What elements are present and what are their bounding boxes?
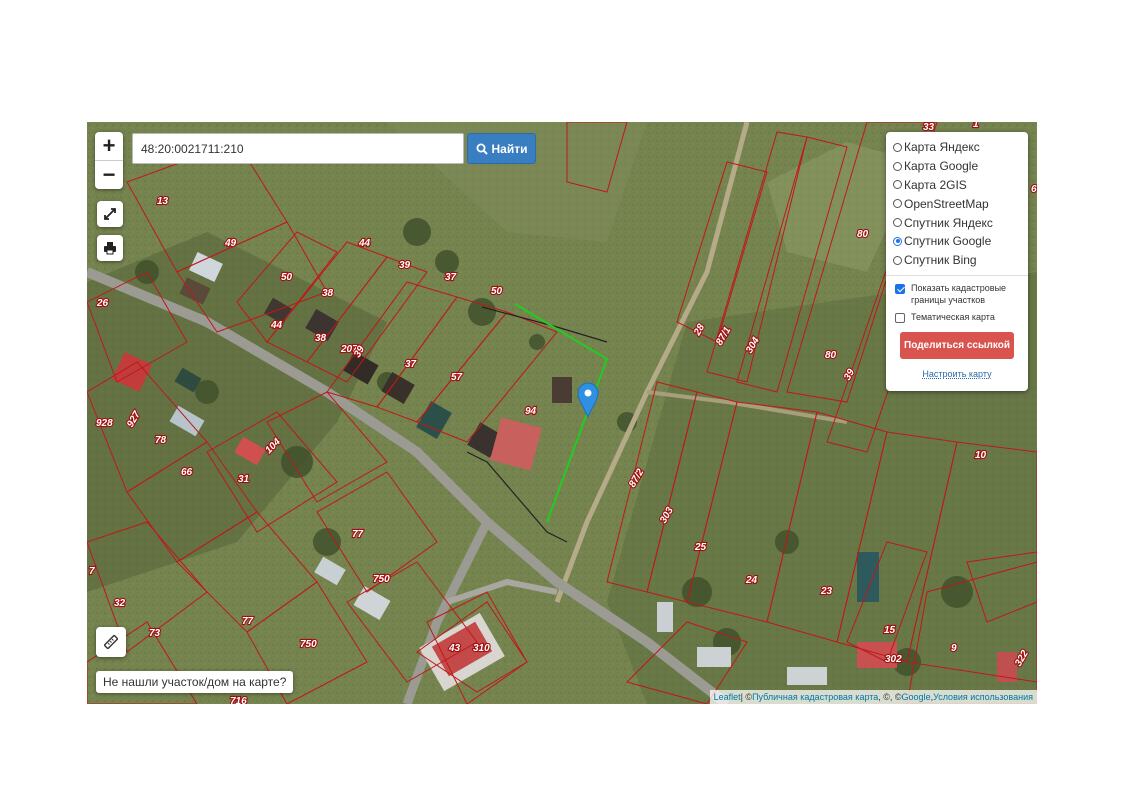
plot-number-label: 77 bbox=[352, 529, 364, 540]
configure-map-link[interactable]: Настроить карту bbox=[893, 369, 1021, 379]
measure-button[interactable] bbox=[96, 627, 126, 657]
layer-radio[interactable] bbox=[893, 142, 902, 152]
plot-number-label: 77 bbox=[242, 616, 254, 627]
layer-radio[interactable] bbox=[893, 180, 902, 190]
plot-number-label: 39 bbox=[399, 260, 411, 271]
map-attribution: Leaflet | © Публичная кадастровая карта … bbox=[709, 690, 1037, 704]
terms-link[interactable]: Условия использования bbox=[933, 692, 1033, 702]
plot-number-label: 57 bbox=[451, 372, 463, 383]
plot-number-label: 37 bbox=[445, 272, 457, 283]
thematic-map-checkbox[interactable] bbox=[895, 312, 905, 323]
plot-number-label: 80 bbox=[857, 229, 869, 240]
thematic-map-checkbox-row[interactable]: Тематическая карта bbox=[893, 311, 1021, 323]
layer-option[interactable]: Карта Google bbox=[893, 157, 1021, 176]
plot-number-label: 6 bbox=[1031, 184, 1037, 195]
layer-option[interactable]: Спутник Google bbox=[893, 232, 1021, 251]
plot-number-label: 43 bbox=[448, 643, 461, 654]
plot-number-label: 23 bbox=[820, 586, 833, 597]
plot-number-label: 78 bbox=[155, 435, 167, 446]
ruler-icon bbox=[103, 634, 119, 650]
layer-option-label: Карта 2GIS bbox=[904, 177, 967, 192]
plot-number-label: 80 bbox=[825, 350, 837, 361]
plot-number-label: 31 bbox=[238, 474, 250, 485]
plot-number-label: 302 bbox=[885, 654, 902, 665]
plot-number-label: 66 bbox=[181, 467, 193, 478]
show-boundaries-checkbox-row[interactable]: Показать кадастровые границы участков bbox=[893, 282, 1021, 306]
layer-radio[interactable] bbox=[893, 161, 902, 171]
divider bbox=[886, 274, 1028, 276]
plot-number-label: 32 bbox=[114, 598, 126, 609]
plot-number-label: 44 bbox=[358, 238, 371, 249]
plot-number-label: 928 bbox=[96, 418, 113, 429]
layer-option[interactable]: Спутник Яндекс bbox=[893, 213, 1021, 232]
attribution-separator: | © bbox=[740, 692, 753, 702]
plot-number-label: 750 bbox=[300, 639, 317, 650]
plot-number-label: 10 bbox=[975, 450, 987, 461]
plot-number-label: 73 bbox=[149, 628, 161, 639]
layer-radio[interactable] bbox=[893, 199, 902, 209]
layer-radio[interactable] bbox=[893, 218, 902, 228]
plot-number-label: 49 bbox=[224, 238, 237, 249]
attribution-middle: , ©, © bbox=[878, 692, 902, 702]
search-button[interactable]: Найти bbox=[467, 133, 536, 164]
plot-number-label: 7 bbox=[89, 566, 95, 577]
plot-number-label: 25 bbox=[694, 542, 707, 553]
plot-number-label: 26 bbox=[96, 298, 109, 309]
print-button[interactable] bbox=[97, 235, 123, 261]
pkk-link[interactable]: Публичная кадастровая карта bbox=[752, 692, 878, 702]
plot-number-label: 94 bbox=[525, 406, 537, 417]
fullscreen-button[interactable] bbox=[97, 201, 123, 227]
layer-radio[interactable] bbox=[893, 236, 902, 246]
share-link-button[interactable]: Поделиться ссылкой bbox=[900, 331, 1014, 359]
leaflet-link[interactable]: Leaflet bbox=[714, 692, 741, 702]
plot-number-label: 310 bbox=[473, 643, 490, 654]
plot-number-label: 15 bbox=[884, 625, 896, 636]
layer-radio[interactable] bbox=[893, 255, 902, 265]
plot-number-label: 1 bbox=[973, 122, 979, 130]
layer-option[interactable]: Карта 2GIS bbox=[893, 176, 1021, 195]
search-icon bbox=[476, 143, 488, 155]
plot-number-label: 9 bbox=[951, 643, 957, 654]
cadastral-search-input[interactable] bbox=[132, 133, 464, 164]
plot-number-label: 38 bbox=[315, 333, 327, 344]
plot-number-label: 24 bbox=[745, 575, 758, 586]
layer-option-label: Спутник Google bbox=[904, 234, 992, 249]
plot-number-label: 38 bbox=[322, 288, 334, 299]
plot-number-label: 750 bbox=[373, 574, 390, 585]
map-container[interactable]: 13 49 50 44 38 39 37 50 44 38 207 39 37 57 94 26 928 927 7… bbox=[87, 122, 1037, 704]
expand-icon bbox=[104, 208, 116, 220]
not-found-button[interactable]: Не нашли участок/дом на карте? bbox=[96, 671, 294, 693]
zoom-out-button[interactable]: − bbox=[95, 160, 123, 189]
plot-number-label: 37 bbox=[405, 359, 417, 370]
layer-option-label: OpenStreetMap bbox=[904, 196, 989, 211]
layer-option[interactable]: Спутник Bing bbox=[893, 251, 1021, 270]
base-layer-list: Карта Яндекс Карта Google Карта 2GIS OpenSt… bbox=[893, 138, 1021, 270]
layer-option[interactable]: OpenStreetMap bbox=[893, 194, 1021, 213]
google-link[interactable]: Google bbox=[902, 692, 931, 702]
printer-icon bbox=[104, 242, 116, 255]
plot-number-label: 50 bbox=[491, 286, 503, 297]
show-boundaries-label: Показать кадастровые границы участков bbox=[911, 282, 1007, 305]
plot-number-label: 50 bbox=[281, 272, 293, 283]
plot-number-label: 716 bbox=[230, 696, 247, 704]
layer-option-label: Карта Google bbox=[904, 159, 979, 174]
layer-option-label: Карта Яндекс bbox=[904, 140, 980, 155]
zoom-in-button[interactable]: + bbox=[95, 132, 123, 160]
zoom-control: + − bbox=[95, 132, 123, 189]
thematic-map-label: Тематическая карта bbox=[911, 311, 995, 322]
search-button-label: Найти bbox=[491, 141, 528, 156]
layer-option-label: Спутник Bing bbox=[904, 253, 977, 268]
layer-switcher-panel: Карта Яндекс Карта Google Карта 2GIS OpenSt… bbox=[886, 132, 1028, 391]
layer-option[interactable]: Карта Яндекс bbox=[893, 138, 1021, 157]
plot-number-label: 13 bbox=[157, 196, 169, 207]
plot-number-label: 44 bbox=[270, 320, 283, 331]
layer-option-label: Спутник Яндекс bbox=[904, 215, 993, 230]
show-boundaries-checkbox[interactable] bbox=[895, 283, 905, 294]
